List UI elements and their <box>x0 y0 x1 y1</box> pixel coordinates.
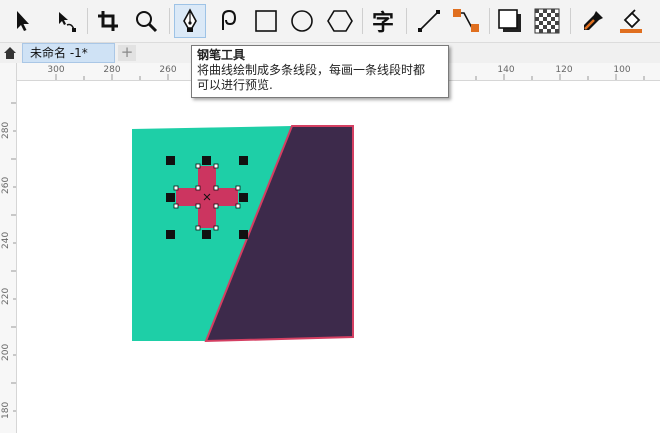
checkerboard-icon <box>534 8 560 34</box>
fill-tool[interactable] <box>615 4 647 38</box>
add-tab-button[interactable]: + <box>118 45 136 61</box>
spiral-curve-icon <box>222 9 237 30</box>
ruler-label: 280 <box>1 121 11 139</box>
node-edit-icon <box>59 12 76 32</box>
toolbar-separator <box>489 8 490 34</box>
ellipse-tool[interactable] <box>286 4 318 38</box>
toolbar-separator <box>570 8 571 34</box>
eyedropper-tool[interactable] <box>577 4 609 38</box>
vertical-ruler[interactable]: 280 260 240 220 200 180 <box>0 63 17 433</box>
line-icon <box>418 10 440 32</box>
connector-tool[interactable] <box>450 4 482 38</box>
magnifier-icon <box>136 11 158 33</box>
toolbar-separator <box>406 8 407 34</box>
ruler-label: 220 <box>1 287 11 305</box>
eyedropper-icon <box>584 11 603 30</box>
paint-bucket-icon <box>620 9 642 33</box>
hexagon-icon <box>327 10 353 32</box>
crop-icon <box>98 11 118 31</box>
rectangle-icon <box>255 10 277 32</box>
crop-tool[interactable] <box>92 4 124 38</box>
ruler-label: 260 <box>159 65 177 75</box>
ruler-label: 180 <box>1 401 11 419</box>
shape-tool[interactable] <box>50 4 82 38</box>
ruler-label: 200 <box>1 343 11 361</box>
ruler-label: 140 <box>497 65 515 75</box>
ruler-label: 280 <box>103 65 121 75</box>
canvas-artwork <box>132 125 354 343</box>
pick-tool[interactable] <box>6 4 38 38</box>
ruler-label: 100 <box>613 65 631 75</box>
drawing-canvas[interactable] <box>17 81 660 433</box>
curve-tool[interactable] <box>213 4 245 38</box>
ruler-label: 240 <box>1 231 11 249</box>
tooltip-title: 钢笔工具 <box>197 48 246 62</box>
polygon-tool[interactable] <box>324 4 356 38</box>
ruler-label: 260 <box>1 176 11 194</box>
drop-shadow-icon <box>498 9 521 32</box>
ellipse-icon <box>291 10 313 32</box>
toolbar-separator <box>87 8 88 34</box>
connector-icon <box>453 9 479 32</box>
arrow-pointer-icon <box>17 11 29 31</box>
pen-tool[interactable] <box>174 4 206 38</box>
document-tab[interactable]: 未命名 -1* <box>22 43 115 63</box>
tooltip-description-line1: 将曲线绘制成多条线段，每画一条线段时都 <box>197 63 426 77</box>
ruler-label: 300 <box>47 65 65 75</box>
toolbar-separator <box>362 8 363 34</box>
shadow-tool[interactable] <box>494 4 526 38</box>
pen-nib-icon <box>183 8 197 32</box>
toolbox: 字 <box>0 0 660 43</box>
home-icon <box>4 47 16 59</box>
home-button[interactable] <box>0 43 20 63</box>
toolbar-separator <box>169 8 170 34</box>
ruler-label: 120 <box>555 65 573 75</box>
pen-tool-tooltip: 钢笔工具 将曲线绘制成多条线段，每画一条线段时都 可以进行预览. <box>191 45 449 98</box>
rectangle-tool[interactable] <box>250 4 282 38</box>
text-icon: 字 <box>371 11 394 36</box>
text-tool[interactable]: 字 <box>367 4 399 38</box>
transparency-tool[interactable] <box>531 4 563 38</box>
zoom-tool[interactable] <box>130 4 162 38</box>
tooltip-description-line2: 可以进行预览. <box>197 78 273 92</box>
line-tool[interactable] <box>413 4 445 38</box>
